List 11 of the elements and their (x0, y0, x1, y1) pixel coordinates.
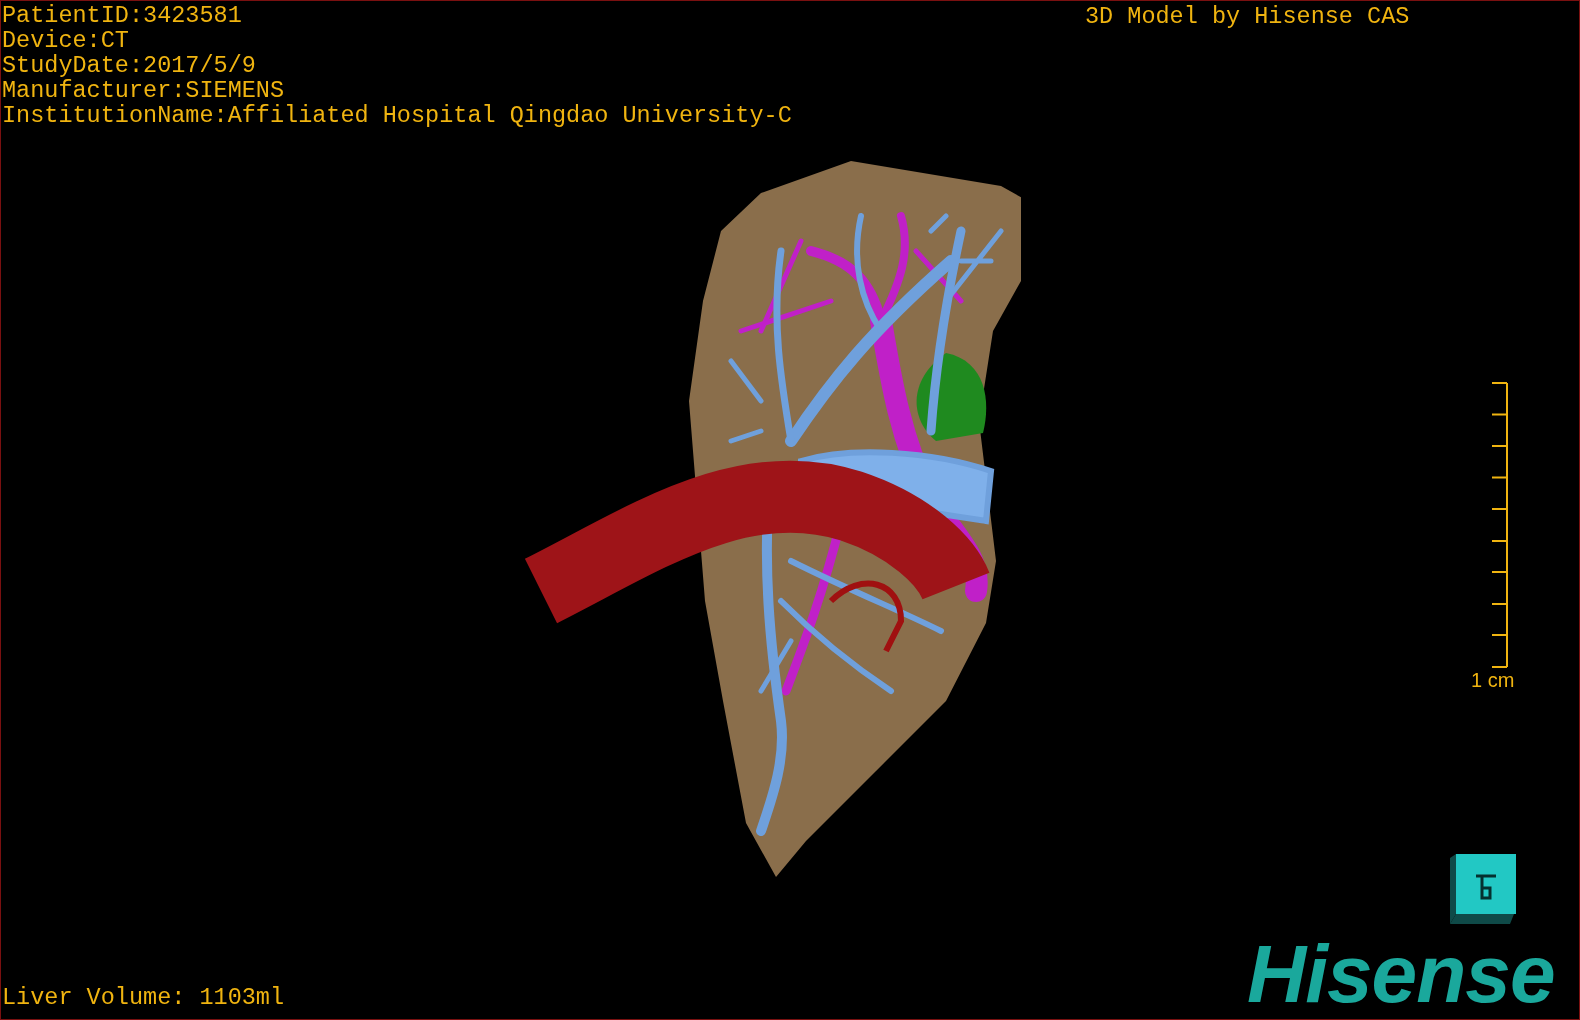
study-info-line: Manufacturer:SIEMENS (2, 78, 286, 103)
credit-text: 3D Model by Hisense CAS (1085, 4, 1410, 29)
orientation-cube-icon[interactable] (1448, 854, 1518, 926)
study-info-line: StudyDate:2017/5/9 (2, 53, 257, 78)
study-info-line: Device:CT (2, 28, 130, 53)
study-info-line: PatientID:3423581 (2, 3, 243, 28)
scale-label: 1 cm (1471, 669, 1515, 691)
brand-logo: Hisense (1247, 939, 1555, 1009)
3d-viewport[interactable]: PatientID:3423581 Device:CT StudyDate:2017/5/9 Manufacturer:SIEMENS InstitutionName:Affiliated Hospital Qingdao University-C 3D Model by Hisense CAS 1 cm Liver Volume: 1103ml Hisense (0, 0, 1580, 1020)
liver-volume-text: Liver Volume: 1103ml (2, 985, 285, 1010)
study-info-line: InstitutionName:Affiliated Hospital Qingdao University-C (2, 103, 792, 128)
